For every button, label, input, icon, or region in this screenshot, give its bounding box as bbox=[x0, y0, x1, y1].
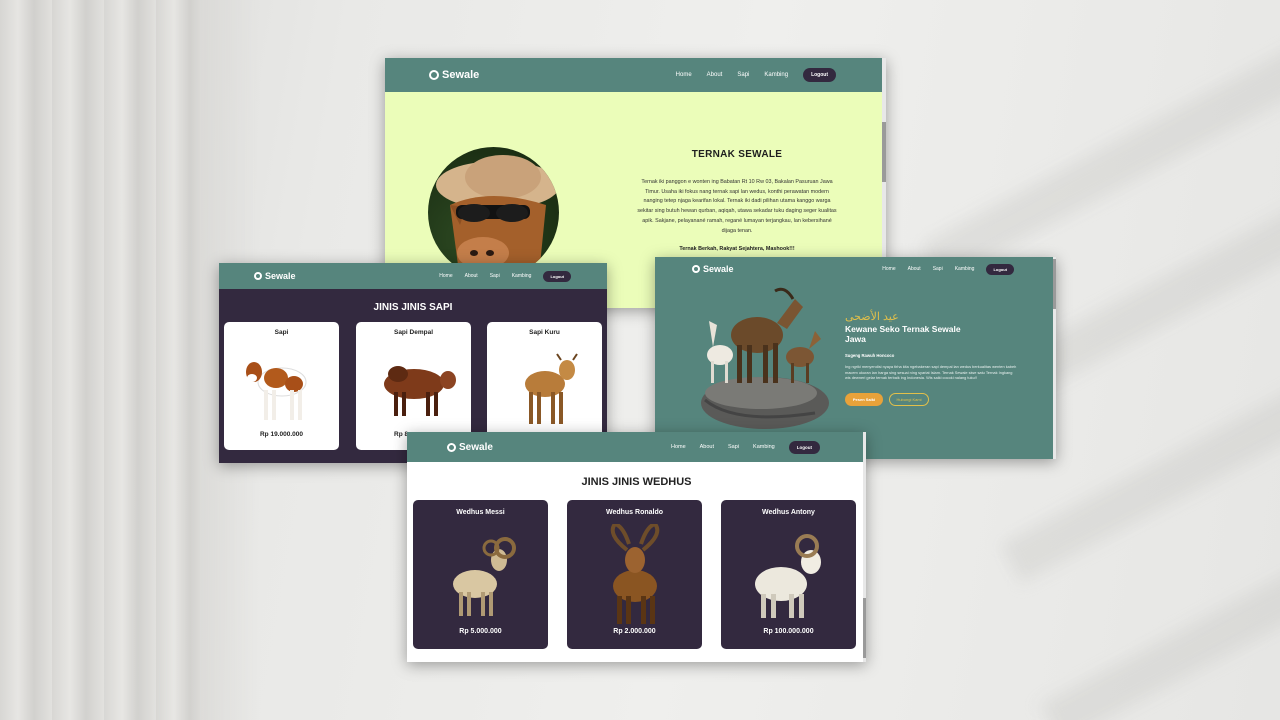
nav-sapi[interactable]: Sapi bbox=[728, 444, 739, 450]
sapi-card[interactable]: Sapi Dempal Rp 8 bbox=[356, 322, 471, 450]
logo-icon bbox=[447, 442, 456, 452]
hero-title: Kewane Seko Ternak Sewale Jawa bbox=[845, 324, 961, 344]
brand-logo[interactable]: Sewale bbox=[692, 264, 734, 274]
brand-name: Sewale bbox=[459, 441, 493, 453]
nav-sapi[interactable]: Sapi bbox=[490, 273, 500, 279]
sapi-card-title: Sapi bbox=[274, 329, 289, 336]
navbar: Sewale Home About Sapi Kambing Logout bbox=[385, 58, 886, 92]
nav-links: Home About Sapi Kambing Logout bbox=[676, 68, 836, 82]
brand-logo[interactable]: Sewale bbox=[429, 69, 479, 81]
wedhus-card-title: Wedhus Ronaldo bbox=[605, 509, 664, 516]
nav-home[interactable]: Home bbox=[671, 444, 686, 450]
order-now-button[interactable]: Pesen Saiki bbox=[845, 393, 883, 406]
brand-name: Sewale bbox=[265, 271, 296, 281]
nav-about[interactable]: About bbox=[465, 273, 478, 279]
about-title: TERNAK SEWALE bbox=[691, 149, 783, 160]
brand-name: Sewale bbox=[442, 69, 480, 81]
nav-kambing[interactable]: Kambing bbox=[753, 444, 775, 450]
brand-name: Sewale bbox=[703, 264, 734, 274]
cow-image bbox=[525, 353, 578, 424]
goats-on-rock-image bbox=[701, 287, 829, 429]
wedhus-card-title: Wedhus Antony bbox=[762, 509, 815, 516]
logout-button[interactable]: Logout bbox=[803, 68, 836, 82]
nav-links: Home About Sapi Kambing Logout bbox=[439, 270, 571, 282]
logo-icon bbox=[429, 70, 439, 80]
hero-body: Ing ngriki menyendisi nyaya tirha kita n… bbox=[845, 364, 1017, 380]
about-tagline: Ternak Berkah, Rakyat Sejahtera, Mashook… bbox=[679, 246, 795, 252]
sapi-card-title: Sapi Kuru bbox=[529, 329, 560, 336]
logout-button[interactable]: Logout bbox=[543, 270, 571, 282]
sapi-heading: JINIS JINIS SAPI bbox=[373, 302, 453, 313]
logo-icon bbox=[254, 272, 262, 280]
nav-links: Home About Sapi Kambing Logout bbox=[671, 440, 820, 454]
brand-logo[interactable]: Sewale bbox=[254, 271, 296, 281]
brand-logo[interactable]: Sewale bbox=[447, 442, 493, 453]
navbar: Sewale Home About Sapi Kambing Logout bbox=[655, 257, 1056, 281]
cow-hat-illustration bbox=[436, 155, 559, 273]
hero-page-screenshot: Sewale Home About Sapi Kambing Logout عي… bbox=[655, 257, 1056, 459]
nav-kambing[interactable]: Kambing bbox=[512, 273, 532, 279]
ram-image bbox=[755, 534, 821, 618]
nav-about[interactable]: About bbox=[707, 72, 723, 78]
scrollbar-thumb[interactable] bbox=[882, 122, 886, 182]
nav-kambing[interactable]: Kambing bbox=[955, 266, 975, 272]
wedhus-card-title: Wedhus Messi bbox=[456, 509, 505, 516]
wedhus-card-price: Rp 5.000.000 bbox=[459, 628, 502, 635]
cow-hat-image bbox=[428, 147, 559, 278]
nav-home[interactable]: Home bbox=[882, 266, 895, 272]
hero-title-line2: Jawa bbox=[845, 334, 866, 344]
ram-image bbox=[610, 524, 660, 624]
scrollbar[interactable] bbox=[863, 432, 866, 662]
logout-button[interactable]: Logout bbox=[986, 263, 1014, 275]
sapi-card[interactable]: Sapi Rp 19.000.000 bbox=[224, 322, 339, 450]
hero-subtitle: Sugeng Rawuh Honcoco bbox=[845, 353, 895, 358]
scrollbar[interactable] bbox=[1053, 257, 1056, 459]
scrollbar-thumb[interactable] bbox=[1053, 259, 1056, 309]
hero-arabic-text: عيد الأضحى bbox=[845, 311, 899, 323]
wedhus-card[interactable]: Wedhus Messi Rp 5.000.000 bbox=[413, 500, 548, 649]
background-curtain bbox=[0, 0, 260, 720]
wedhus-card-price: Rp 2.000.000 bbox=[613, 628, 656, 635]
logout-button[interactable]: Logout bbox=[788, 440, 820, 454]
sapi-card[interactable]: Sapi Kuru bbox=[487, 322, 602, 450]
navbar: Sewale Home About Sapi Kambing Logout bbox=[407, 432, 866, 462]
ram-image bbox=[453, 537, 516, 616]
wedhus-card[interactable]: Wedhus Ronaldo Rp 2.000.000 bbox=[567, 500, 702, 649]
wedhus-page-screenshot: Sewale Home About Sapi Kambing Logout JI… bbox=[407, 432, 866, 662]
about-body: Ternak iki panggon e wonten ing Babatan … bbox=[637, 179, 837, 234]
logo-icon bbox=[692, 265, 700, 273]
nav-about[interactable]: About bbox=[700, 444, 714, 450]
nav-sapi[interactable]: Sapi bbox=[933, 266, 943, 272]
sapi-card-price: Rp 19.000.000 bbox=[259, 431, 303, 438]
nav-sapi[interactable]: Sapi bbox=[737, 72, 749, 78]
nav-home[interactable]: Home bbox=[676, 72, 692, 78]
navbar: Sewale Home About Sapi Kambing Logout bbox=[219, 263, 607, 289]
wedhus-heading: JINIS JINIS WEDHUS bbox=[581, 476, 692, 488]
sapi-card-title: Sapi Dempal bbox=[393, 329, 433, 336]
nav-home[interactable]: Home bbox=[439, 273, 452, 279]
wedhus-card[interactable]: Wedhus Antony Rp 100.000.000 bbox=[721, 500, 856, 649]
nav-links: Home About Sapi Kambing Logout bbox=[882, 263, 1014, 275]
contact-button[interactable]: Hubungi Kami bbox=[889, 393, 929, 406]
cow-image bbox=[384, 366, 456, 416]
hero-title-line1: Kewane Seko Ternak Sewale bbox=[845, 324, 961, 334]
nav-kambing[interactable]: Kambing bbox=[764, 72, 788, 78]
wedhus-card-price: Rp 100.000.000 bbox=[763, 628, 814, 635]
cow-image bbox=[246, 362, 307, 420]
nav-about[interactable]: About bbox=[908, 266, 921, 272]
scrollbar-thumb[interactable] bbox=[863, 598, 866, 658]
window-shadow bbox=[920, 0, 1280, 284]
